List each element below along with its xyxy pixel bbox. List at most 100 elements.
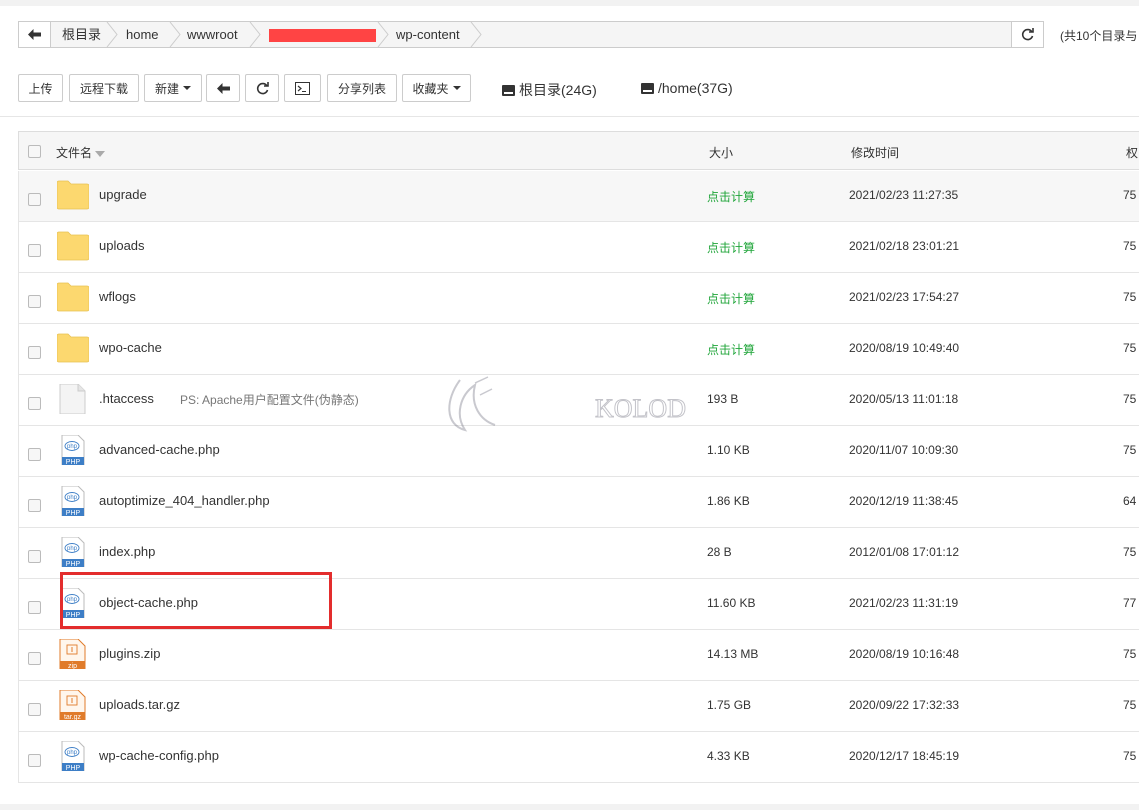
table-row[interactable]: tar.gz uploads.tar.gz 1.75 GB 2020/09/22 17… (18, 681, 1139, 732)
calculate-size-link[interactable]: 点击计算 (707, 239, 755, 256)
file-permission[interactable]: 75 (1123, 290, 1136, 304)
new-button-label: 新建 (154, 81, 179, 96)
file-name-link[interactable]: wpo-cache (99, 340, 162, 355)
row-checkbox[interactable] (28, 652, 41, 665)
arrow-left-icon (28, 29, 41, 40)
refresh-button[interactable] (245, 74, 279, 102)
svg-text:php: php (67, 750, 78, 756)
row-checkbox[interactable] (28, 703, 41, 716)
breadcrumb-item-root[interactable]: 根目录 (62, 22, 101, 47)
file-size: 1.86 KB (707, 494, 750, 508)
breadcrumb-item-wp-content[interactable]: wp-content (396, 22, 460, 47)
file-size: 4.33 KB (707, 749, 750, 763)
php-file-icon: php PHP (61, 435, 85, 465)
zip-archive-icon: zip (59, 639, 86, 669)
file-name-link[interactable]: object-cache.php (99, 595, 198, 610)
row-checkbox[interactable] (28, 244, 41, 257)
file-modified-time: 2021/02/23 11:31:19 (849, 596, 959, 610)
file-table-header: 文件名 大小 修改时间 权 (18, 131, 1139, 170)
file-size: 14.13 MB (707, 647, 759, 661)
file-name-link[interactable]: advanced-cache.php (99, 442, 220, 457)
file-permission[interactable]: 64 (1123, 494, 1136, 508)
row-checkbox[interactable] (28, 295, 41, 308)
row-checkbox[interactable] (28, 499, 41, 512)
file-name-link[interactable]: autoptimize_404_handler.php (99, 493, 270, 508)
folder-icon (57, 333, 89, 363)
share-list-button[interactable]: 分享列表 (327, 74, 397, 102)
table-row[interactable]: php PHP index.php 28 B 2012/01/08 17:01:12 75 (18, 528, 1139, 579)
breadcrumb-item-redacted[interactable] (269, 29, 376, 42)
table-row[interactable]: wflogs 点击计算 2021/02/23 17:54:27 75 (18, 273, 1139, 324)
breadcrumb-item-home[interactable]: home (126, 22, 159, 47)
file-name-link[interactable]: plugins.zip (99, 646, 160, 661)
table-row[interactable]: php PHP autoptimize_404_handler.php 1.86 KB… (18, 477, 1139, 528)
column-header-size[interactable]: 大小 (709, 144, 733, 161)
row-checkbox[interactable] (28, 754, 41, 767)
file-permission[interactable]: 77 (1123, 596, 1136, 610)
svg-text:PHP: PHP (66, 510, 81, 516)
svg-text:php: php (67, 597, 78, 603)
breadcrumb-item-wwwroot[interactable]: wwwroot (187, 22, 238, 47)
table-row[interactable]: wpo-cache 点击计算 2020/08/19 10:49:40 75 (18, 324, 1139, 375)
upload-button-label: 上传 (28, 81, 53, 96)
row-checkbox[interactable] (28, 601, 41, 614)
caret-down-icon (183, 86, 191, 90)
select-all-checkbox[interactable] (28, 145, 41, 158)
file-name-link[interactable]: uploads.tar.gz (99, 697, 180, 712)
upload-button[interactable]: 上传 (18, 74, 63, 102)
calculate-size-link[interactable]: 点击计算 (707, 188, 755, 205)
back-button[interactable] (206, 74, 240, 102)
favorites-dropdown-button[interactable]: 收藏夹 (402, 74, 471, 102)
file-permission[interactable]: 75 (1123, 341, 1136, 355)
file-modified-time: 2020/12/19 11:38:45 (849, 494, 959, 508)
folder-icon (57, 282, 89, 312)
disk-root-label: 根目录(24G) (519, 82, 597, 98)
row-checkbox[interactable] (28, 346, 41, 359)
file-size: 1.75 GB (707, 698, 752, 712)
table-row[interactable]: php PHP advanced-cache.php 1.10 KB 2020/11/0… (18, 426, 1139, 477)
table-row[interactable]: php PHP wp-cache-config.php 4.33 KB 2020/12/… (18, 732, 1139, 783)
file-permission[interactable]: 75 (1123, 545, 1136, 559)
file-permission[interactable]: 75 (1123, 392, 1136, 406)
table-row[interactable]: php PHP object-cache.php 11.60 KB 2021/02/23… (18, 579, 1139, 630)
table-row[interactable]: upgrade 点击计算 2021/02/23 11:27:35 75 (18, 171, 1139, 222)
column-header-name[interactable]: 文件名 (56, 144, 106, 161)
file-name-link[interactable]: index.php (99, 544, 155, 559)
breadcrumb-back-button[interactable] (19, 22, 51, 47)
svg-text:PHP: PHP (66, 612, 81, 618)
file-permission[interactable]: 75 (1123, 188, 1136, 202)
terminal-button[interactable] (284, 74, 321, 102)
directory-count-text: (共10个目录与 (1060, 29, 1138, 43)
file-permission[interactable]: 75 (1123, 239, 1136, 253)
php-file-icon: php PHP (61, 537, 85, 567)
calculate-size-link[interactable]: 点击计算 (707, 290, 755, 307)
file-permission[interactable]: 75 (1123, 443, 1136, 457)
toolbar-divider (0, 116, 1139, 117)
column-header-modified[interactable]: 修改时间 (851, 144, 899, 161)
file-permission[interactable]: 75 (1123, 698, 1136, 712)
new-dropdown-button[interactable]: 新建 (144, 74, 202, 102)
column-header-permission[interactable]: 权 (1126, 144, 1138, 161)
file-name-link[interactable]: upgrade (99, 187, 147, 202)
row-checkbox[interactable] (28, 193, 41, 206)
file-name-link[interactable]: .htaccess (99, 391, 154, 406)
file-permission[interactable]: 75 (1123, 647, 1136, 661)
breadcrumb-refresh-button[interactable] (1011, 22, 1043, 47)
file-name-link[interactable]: uploads (99, 238, 145, 253)
row-checkbox[interactable] (28, 448, 41, 461)
file-name-link[interactable]: wflogs (99, 289, 136, 304)
disk-root-link[interactable]: 根目录(24G) (502, 80, 597, 100)
file-name-link[interactable]: wp-cache-config.php (99, 748, 219, 763)
file-permission[interactable]: 75 (1123, 749, 1136, 763)
row-checkbox[interactable] (28, 550, 41, 563)
svg-text:php: php (67, 444, 78, 450)
breadcrumb-separator-icon (169, 22, 181, 47)
svg-text:PHP: PHP (66, 561, 81, 567)
table-row[interactable]: zip plugins.zip 14.13 MB 2020/08/19 10:16:4… (18, 630, 1139, 681)
row-checkbox[interactable] (28, 397, 41, 410)
table-row[interactable]: .htaccess PS: Apache用户配置文件(伪静态) 193 B 2020/… (18, 375, 1139, 426)
calculate-size-link[interactable]: 点击计算 (707, 341, 755, 358)
remote-download-button[interactable]: 远程下载 (69, 74, 139, 102)
disk-home-link[interactable]: /home(37G) (641, 80, 733, 96)
table-row[interactable]: uploads 点击计算 2021/02/18 23:01:21 75 (18, 222, 1139, 273)
